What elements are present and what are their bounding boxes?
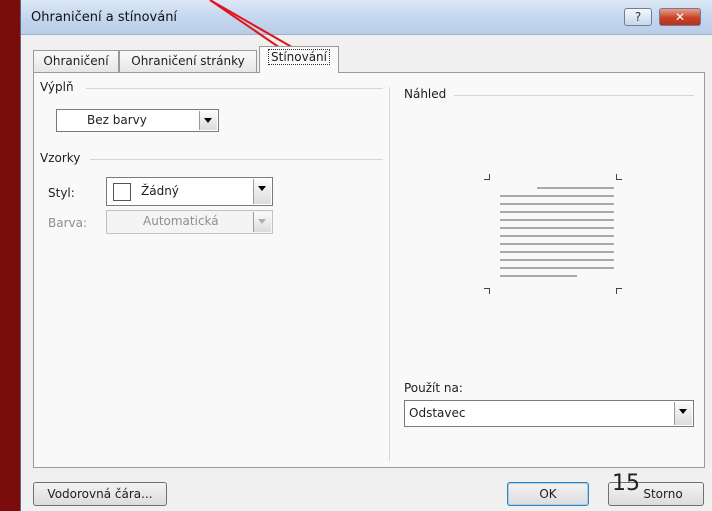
- chevron-down-icon[interactable]: [199, 111, 217, 130]
- apply-to-value: Odstavec: [409, 406, 466, 420]
- chevron-down-icon[interactable]: [674, 402, 692, 425]
- ok-button[interactable]: OK: [507, 482, 589, 506]
- preview-text-line: [500, 227, 614, 229]
- preview-text-line: [500, 203, 614, 205]
- preview-text-line: [500, 251, 614, 253]
- annotation-arrow-line: [209, 0, 284, 51]
- fill-group-label: Výplň: [40, 80, 74, 94]
- pattern-color-value: Automatická: [143, 214, 219, 228]
- patterns-divider: [90, 159, 383, 160]
- chevron-down-icon[interactable]: [253, 212, 271, 232]
- chevron-down-icon[interactable]: [253, 179, 271, 204]
- preview-text-line: [500, 211, 614, 213]
- preview-divider: [454, 95, 694, 96]
- annotation-arrow: [209, 0, 298, 51]
- tab-shading[interactable]: Stínování: [259, 46, 339, 73]
- preview-text-line: [500, 243, 614, 245]
- preview-text-line: [500, 259, 614, 261]
- preview-group-label: Náhled: [404, 87, 447, 101]
- preview-text-line: [500, 275, 577, 277]
- preview-text-line: [500, 235, 614, 237]
- apply-to-dropdown[interactable]: Odstavec: [404, 400, 694, 427]
- apply-to-label: Použít na:: [404, 381, 463, 395]
- horizontal-line-button[interactable]: Vodorovná čára...: [33, 482, 167, 506]
- pattern-color-label: Barva:: [48, 216, 88, 230]
- column-divider: [389, 87, 390, 461]
- crop-mark-top-left: [484, 174, 490, 180]
- patterns-group-label: Vzorky: [40, 151, 81, 165]
- tab-shading-label: Stínování: [268, 49, 330, 65]
- fill-color-value: Bez barvy: [87, 113, 147, 127]
- preview-area: [484, 171, 624, 301]
- preview-text-line: [537, 187, 614, 189]
- crop-mark-top-right: [616, 174, 622, 180]
- style-label: Styl:: [48, 186, 75, 200]
- crop-mark-bottom-right: [616, 288, 622, 294]
- fill-divider: [86, 88, 383, 89]
- crop-mark-bottom-left: [484, 288, 490, 294]
- pattern-color-dropdown[interactable]: Automatická: [106, 210, 273, 234]
- preview-text-line: [500, 219, 614, 221]
- preview-text-line: [500, 267, 614, 269]
- slide-page-number: 15: [612, 471, 640, 496]
- pattern-style-dropdown[interactable]: Žádný: [106, 177, 273, 206]
- pattern-swatch: [113, 183, 131, 201]
- horizontal-line-button-label: Vodorovná čára...: [47, 487, 153, 501]
- shading-panel: Výplň Bez barvy Vzorky Styl: Žádný Barva…: [33, 72, 705, 468]
- annotation-arrow-line: [209, 0, 298, 51]
- pattern-style-value: Žádný: [141, 184, 179, 198]
- preview-text-line: [500, 195, 614, 197]
- ok-button-label: OK: [539, 487, 557, 501]
- fill-color-dropdown[interactable]: Bez barvy: [56, 109, 219, 132]
